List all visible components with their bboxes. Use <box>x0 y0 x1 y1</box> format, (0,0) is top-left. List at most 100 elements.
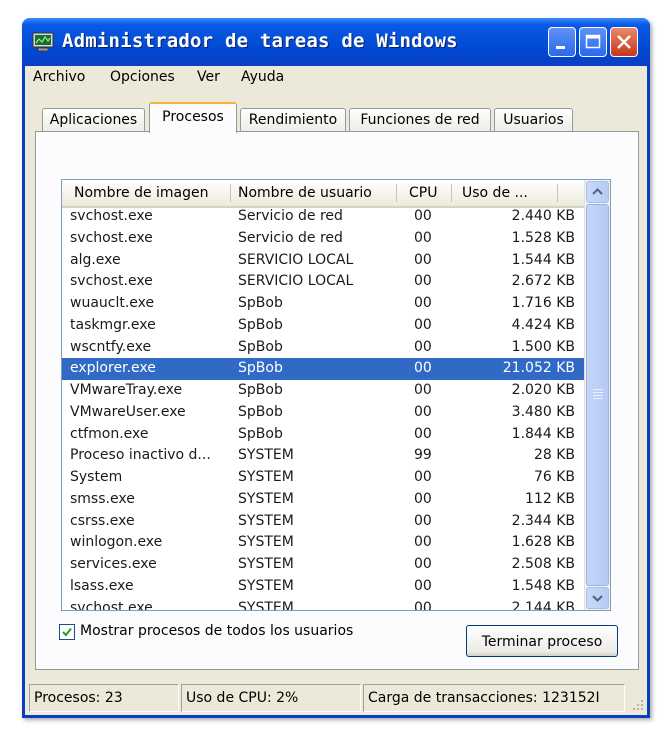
vertical-scrollbar[interactable] <box>584 180 610 610</box>
status-bar: Procesos: 23 Uso de CPU: 2% Carga de tra… <box>25 684 647 714</box>
process-image-name: System <box>70 469 123 485</box>
table-row[interactable]: wscntfy.exe SpBob 00 1.500 KB <box>62 337 585 359</box>
process-user-name: SYSTEM <box>238 556 294 572</box>
process-user-name: SYSTEM <box>238 534 294 551</box>
process-image-name: services.exe <box>70 556 157 572</box>
process-cpu: 00 <box>414 316 432 333</box>
menu-archivo[interactable]: Archivo <box>33 69 85 85</box>
process-user-name: SYSTEM <box>238 512 294 529</box>
table-row-selected[interactable]: explorer.exe SpBob 00 21.052 KB <box>62 358 585 380</box>
process-image-name: ctfmon.exe <box>70 425 149 442</box>
scroll-thumb-grip <box>593 395 603 396</box>
process-cpu: 00 <box>414 229 432 246</box>
process-user-name: SYSTEM <box>238 577 294 594</box>
process-cpu: 00 <box>414 512 432 529</box>
process-memory: 2.508 KB <box>511 556 575 572</box>
process-user-name: Servicio de red <box>238 208 343 224</box>
process-image-name: svchost.exe <box>70 229 153 246</box>
process-user-name: Servicio de red <box>238 229 343 246</box>
table-row[interactable]: svchost.exe Servicio de red 00 2.440 KB <box>62 206 585 228</box>
table-row[interactable]: smss.exe SYSTEM 00 112 KB <box>62 489 585 511</box>
table-row[interactable]: alg.exe SERVICIO LOCAL 00 1.544 KB <box>62 250 585 272</box>
menu-ayuda[interactable]: Ayuda <box>241 69 284 85</box>
table-row[interactable]: winlogon.exe SYSTEM 00 1.628 KB <box>62 532 585 554</box>
process-image-name: winlogon.exe <box>70 534 163 551</box>
process-memory: 21.052 KB <box>502 360 575 377</box>
process-image-name: wscntfy.exe <box>70 338 152 355</box>
process-user-name: SpBob <box>238 360 283 377</box>
end-process-button[interactable]: Terminar proceso <box>466 625 618 657</box>
show-all-users-checkbox[interactable] <box>59 624 75 640</box>
process-memory: 1.844 KB <box>511 425 575 442</box>
table-row[interactable]: ctfmon.exe SpBob 00 1.844 KB <box>62 424 585 446</box>
tab-aplicaciones[interactable]: Aplicaciones <box>42 108 145 132</box>
close-button[interactable] <box>610 27 638 57</box>
process-image-name: alg.exe <box>70 251 121 268</box>
tab-rendimiento[interactable]: Rendimiento <box>240 108 346 132</box>
column-divider[interactable] <box>451 184 452 202</box>
menu-opciones[interactable]: Opciones <box>110 69 175 85</box>
maximize-icon <box>585 34 601 49</box>
tab-usuarios[interactable]: Usuarios <box>494 108 573 132</box>
process-memory: 3.480 KB <box>511 403 575 420</box>
table-row[interactable]: VMwareTray.exe SpBob 00 2.020 KB <box>62 380 585 402</box>
table-row[interactable]: VMwareUser.exe SpBob 00 3.480 KB <box>62 402 585 424</box>
title-bar[interactable]: Administrador de tareas de Windows <box>22 18 650 66</box>
process-image-name: VMwareUser.exe <box>70 403 186 420</box>
process-memory: 2.020 KB <box>511 382 575 398</box>
scroll-down-button[interactable] <box>586 587 609 609</box>
column-divider[interactable] <box>557 184 558 202</box>
process-cpu: 00 <box>414 360 432 377</box>
process-cpu: 00 <box>414 208 432 224</box>
process-cpu: 00 <box>414 556 432 572</box>
table-row[interactable]: csrss.exe SYSTEM 00 2.344 KB <box>62 511 585 533</box>
scroll-up-button[interactable] <box>586 181 609 203</box>
process-memory: 2.440 KB <box>511 208 575 224</box>
resize-grip-icon[interactable] <box>629 696 645 712</box>
table-row[interactable]: taskmgr.exe SpBob 00 4.424 KB <box>62 315 585 337</box>
tab-procesos[interactable]: Procesos <box>149 102 237 133</box>
process-user-name: SpBob <box>238 403 283 420</box>
status-commit-charge: Carga de transacciones: 123152I <box>363 684 625 712</box>
table-row[interactable]: svchost.exe SYSTEM 00 2.144 KB <box>62 598 585 611</box>
tab-funciones-de-red[interactable]: Funciones de red <box>349 108 491 132</box>
column-header-memory[interactable]: Uso de ... <box>462 185 528 201</box>
scroll-thumb-grip <box>593 389 603 390</box>
close-icon <box>617 35 631 49</box>
show-all-users-label[interactable]: Mostrar procesos de todos los usuarios <box>80 623 353 639</box>
table-row[interactable]: System SYSTEM 00 76 KB <box>62 467 585 489</box>
process-memory: 1.716 KB <box>511 295 575 311</box>
column-header-user-name[interactable]: Nombre de usuario <box>238 185 372 201</box>
table-row[interactable]: wuauclt.exe SpBob 00 1.716 KB <box>62 293 585 315</box>
window-title: Administrador de tareas de Windows <box>62 30 458 52</box>
process-user-name: SpBob <box>238 425 283 442</box>
process-image-name: taskmgr.exe <box>70 316 156 333</box>
menu-ver[interactable]: Ver <box>197 69 220 85</box>
scroll-thumb[interactable] <box>586 204 609 586</box>
column-divider[interactable] <box>396 184 397 202</box>
process-memory: 2.672 KB <box>511 273 575 290</box>
process-memory: 2.144 KB <box>511 599 575 611</box>
minimize-button[interactable] <box>548 27 576 57</box>
table-row[interactable]: Proceso inactivo d... SYSTEM 99 28 KB <box>62 445 585 467</box>
scroll-thumb-grip <box>593 392 603 393</box>
process-rows: svchost.exe Servicio de red 00 2.440 KB svch… <box>62 206 585 611</box>
table-row[interactable]: services.exe SYSTEM 00 2.508 KB <box>62 554 585 576</box>
tab-strip: Aplicaciones Procesos Rendimiento Funcio… <box>25 102 647 133</box>
process-cpu: 00 <box>414 425 432 442</box>
table-row[interactable]: svchost.exe Servicio de red 00 1.528 KB <box>62 228 585 250</box>
scroll-thumb-grip <box>593 398 603 399</box>
process-image-name: wuauclt.exe <box>70 295 155 311</box>
process-image-name: explorer.exe <box>70 360 156 377</box>
column-header-cpu[interactable]: CPU <box>409 185 437 201</box>
process-cpu: 00 <box>414 490 432 507</box>
table-row[interactable]: lsass.exe SYSTEM 00 1.548 KB <box>62 576 585 598</box>
column-header-image-name[interactable]: Nombre de imagen <box>74 185 209 201</box>
process-list[interactable]: Nombre de imagen Nombre de usuario CPU U… <box>61 179 611 611</box>
table-row[interactable]: svchost.exe SERVICIO LOCAL 00 2.672 KB <box>62 271 585 293</box>
column-divider[interactable] <box>230 184 231 202</box>
process-user-name: SpBob <box>238 295 283 311</box>
maximize-button[interactable] <box>579 27 607 57</box>
process-memory: 1.544 KB <box>511 251 575 268</box>
process-memory: 1.500 KB <box>511 338 575 355</box>
